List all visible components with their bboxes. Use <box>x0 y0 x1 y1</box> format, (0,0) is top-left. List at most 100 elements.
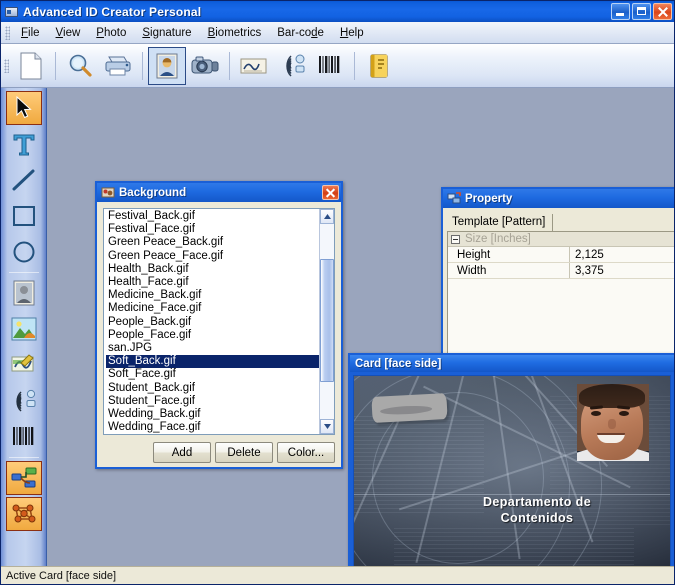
camera-icon[interactable] <box>186 47 224 85</box>
barcode-tool[interactable] <box>6 420 42 454</box>
portrait-photo[interactable] <box>577 384 649 461</box>
image-tool[interactable] <box>6 312 42 346</box>
window-title: Advanced ID Creator Personal <box>23 4 202 19</box>
background-list-scrollbar[interactable] <box>319 209 334 435</box>
property-group-size[interactable]: Size [Inches] <box>448 232 674 247</box>
close-button[interactable] <box>653 3 672 20</box>
mdi-canvas-area[interactable]: Property Template [Pattern] Size [Inches… <box>47 88 674 566</box>
scrollbar-thumb[interactable] <box>320 259 334 383</box>
line-tool[interactable] <box>6 163 42 197</box>
background-dialog-title: Background <box>119 186 187 199</box>
text-tool[interactable] <box>6 127 42 161</box>
property-key-width: Width <box>448 263 570 278</box>
menu-item-view[interactable]: View <box>48 25 89 41</box>
list-item[interactable]: Green Peace_Back.gif <box>106 236 319 249</box>
menu-item-photo[interactable]: Photo <box>88 25 134 41</box>
status-bar: Active Card [face side] <box>1 566 674 584</box>
color-button[interactable]: Color... <box>277 442 335 464</box>
status-text: Active Card [face side] <box>6 569 117 582</box>
background-panel-texture <box>394 528 634 566</box>
property-tabs: Template [Pattern] <box>447 212 674 231</box>
window-controls <box>611 3 672 20</box>
list-item[interactable]: Green Peace_Face.gif <box>106 250 319 263</box>
list-item[interactable]: Festival_Back.gif <box>106 210 319 223</box>
maximize-button[interactable] <box>632 3 651 20</box>
menu-item-signature[interactable]: Signature <box>134 25 199 41</box>
new-document-icon[interactable] <box>12 47 50 85</box>
fingerprint-tool[interactable] <box>6 384 42 418</box>
card-folder-icon[interactable] <box>360 47 398 85</box>
card-text-line-1: Departamento de <box>482 495 592 509</box>
menu-item-biometrics[interactable]: Biometrics <box>200 25 270 41</box>
add-button[interactable]: Add <box>153 442 211 464</box>
scroll-up-icon[interactable] <box>320 209 334 224</box>
fingerprint-icon[interactable] <box>273 47 311 85</box>
card-window-title: Card [face side] <box>355 357 442 370</box>
card-design-canvas[interactable]: Departamento de Contenidos <box>353 375 671 566</box>
card-text-line-2: Contenidos <box>500 511 574 525</box>
list-item[interactable]: People_Back.gif <box>106 316 319 329</box>
card-window-titlebar: Card [face side] <box>350 355 674 372</box>
signature-tool[interactable] <box>6 348 42 382</box>
list-item[interactable]: Wedding_Face.gif <box>106 421 319 434</box>
menu-item-barcode[interactable]: Bar-code <box>269 25 332 41</box>
card-window[interactable]: Card [face side] Departamento de Conteni… <box>348 353 674 566</box>
list-item-selected[interactable]: Soft_Back.gif <box>106 355 319 369</box>
background-dialog-buttons: Add Delete Color... <box>103 435 335 464</box>
list-item[interactable]: Student_Face.gif <box>106 395 319 408</box>
scroll-down-icon[interactable] <box>320 419 334 435</box>
list-item[interactable]: Medicine_Back.gif <box>106 289 319 302</box>
list-item[interactable]: san.JPG <box>106 342 319 355</box>
logo-placeholder[interactable] <box>371 393 448 423</box>
property-dialog-title: Property <box>465 192 513 205</box>
list-item[interactable]: Soft_Face.gif <box>106 368 319 381</box>
menu-item-help[interactable]: Help <box>332 25 372 41</box>
tool-palette <box>1 88 47 566</box>
minimize-button[interactable] <box>611 3 630 20</box>
background-dialog-close-icon[interactable] <box>322 185 339 200</box>
ellipse-tool[interactable] <box>6 235 42 269</box>
background-file-list[interactable]: Festival_Back.gif Festival_Face.gif Gree… <box>104 209 319 434</box>
menu-bar: File View Photo Signature Biometrics Bar… <box>1 22 674 44</box>
list-item[interactable]: Festival_Face.gif <box>106 223 319 236</box>
toolbar-grip-handle[interactable] <box>4 58 9 73</box>
property-group-label: Size [Inches] <box>465 233 531 245</box>
barcode-icon[interactable] <box>311 47 349 85</box>
property-key-height: Height <box>448 247 570 262</box>
print-icon[interactable] <box>99 47 137 85</box>
rectangle-tool[interactable] <box>6 199 42 233</box>
property-value-height[interactable]: 2,125 <box>570 247 674 262</box>
list-item[interactable]: Student_Back.gif <box>106 382 319 395</box>
toolbar <box>1 44 674 88</box>
table-row[interactable]: Width 3,375 <box>448 263 674 279</box>
property-icon <box>447 192 461 205</box>
id-card-icon <box>4 5 19 19</box>
delete-button[interactable]: Delete <box>215 442 273 464</box>
background-list-container: Festival_Back.gif Festival_Face.gif Gree… <box>103 208 335 436</box>
list-item[interactable]: Medicine_Face.gif <box>106 302 319 315</box>
title-bar: Advanced ID Creator Personal <box>1 1 674 22</box>
list-item[interactable]: Health_Face.gif <box>106 276 319 289</box>
card-text-block[interactable]: Departamento de Contenidos <box>354 494 670 526</box>
scrollbar-track[interactable] <box>320 224 334 420</box>
property-value-width[interactable]: 3,375 <box>570 263 674 278</box>
background-dialog: Background Festival_Back.gif Festival_Fa… <box>95 181 343 469</box>
list-item[interactable]: Health_Back.gif <box>106 263 319 276</box>
property-dialog-titlebar: Property <box>443 189 674 208</box>
list-item[interactable]: Wedding_Back.gif <box>106 408 319 421</box>
photo-tool[interactable] <box>6 276 42 310</box>
molecule-tool[interactable] <box>5 497 42 531</box>
zoom-icon[interactable] <box>61 47 99 85</box>
tab-template-pattern[interactable]: Template [Pattern] <box>447 214 554 231</box>
menu-item-file[interactable]: File <box>13 25 48 41</box>
background-dialog-body: Festival_Back.gif Festival_Face.gif Gree… <box>97 202 341 469</box>
table-row[interactable]: Height 2,125 <box>448 247 674 263</box>
menu-grip-handle[interactable] <box>5 25 10 40</box>
signature-icon[interactable] <box>235 47 273 85</box>
collapse-icon[interactable] <box>451 234 460 244</box>
database-tool[interactable] <box>5 461 42 495</box>
list-item[interactable]: People_Face.gif <box>106 329 319 342</box>
photo-person-icon[interactable] <box>148 46 186 85</box>
pointer-tool[interactable] <box>5 91 42 125</box>
main-window: Advanced ID Creator Personal File View P… <box>0 0 675 585</box>
